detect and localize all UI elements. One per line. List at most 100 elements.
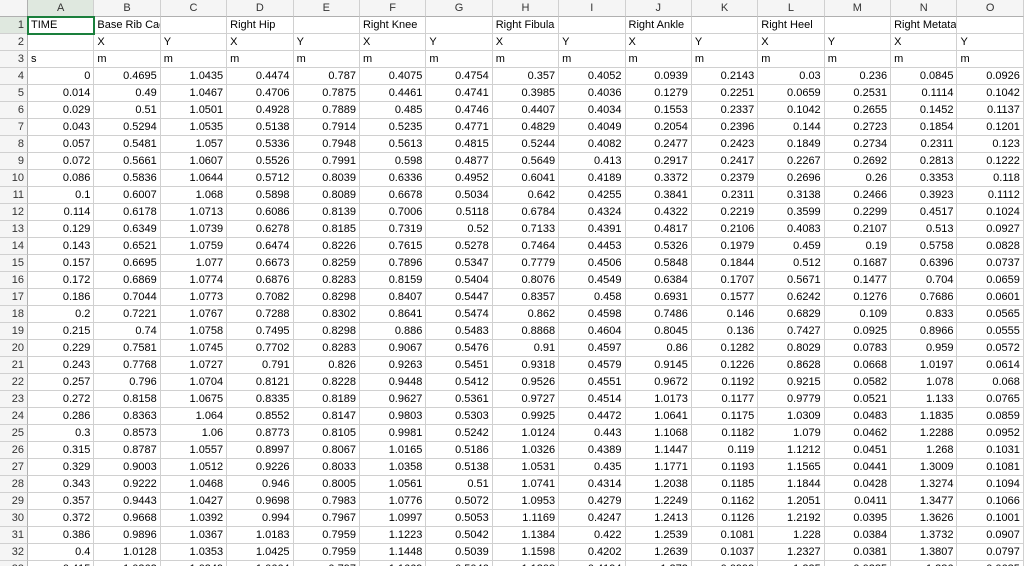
- row-header-6[interactable]: 6: [0, 102, 28, 119]
- cell-r24-cB[interactable]: 0.8363: [94, 408, 160, 425]
- cell-r5-cD[interactable]: 0.4706: [227, 85, 293, 102]
- cell-r21-cN[interactable]: 1.0197: [891, 357, 957, 374]
- cell-r4-cB[interactable]: 0.4695: [94, 68, 160, 85]
- column-header-G[interactable]: G: [426, 0, 492, 17]
- cell-r27-cF[interactable]: 1.0358: [360, 459, 426, 476]
- cell-r15-cH[interactable]: 0.7779: [493, 255, 559, 272]
- cell-r3-cK[interactable]: m: [692, 51, 758, 68]
- cell-r8-cM[interactable]: 0.2734: [825, 136, 891, 153]
- cell-r16-cJ[interactable]: 0.6384: [626, 272, 692, 289]
- cell-r22-cK[interactable]: 0.1192: [692, 374, 758, 391]
- row-header-32[interactable]: 32: [0, 544, 28, 561]
- cell-r33-cL[interactable]: 1.235: [758, 561, 824, 566]
- cell-r16-cN[interactable]: 0.704: [891, 272, 957, 289]
- cell-r33-cB[interactable]: 1.0362: [94, 561, 160, 566]
- row-header-3[interactable]: 3: [0, 51, 28, 68]
- cell-r22-cN[interactable]: 1.078: [891, 374, 957, 391]
- cell-r23-cC[interactable]: 1.0675: [161, 391, 227, 408]
- cell-r2-cE[interactable]: Y: [294, 34, 360, 51]
- cell-r15-cB[interactable]: 0.6695: [94, 255, 160, 272]
- cell-r20-cI[interactable]: 0.4597: [559, 340, 625, 357]
- cell-r6-cM[interactable]: 0.2655: [825, 102, 891, 119]
- cell-r10-cB[interactable]: 0.5836: [94, 170, 160, 187]
- cell-r6-cI[interactable]: 0.4034: [559, 102, 625, 119]
- cell-r26-cA[interactable]: 0.315: [28, 442, 94, 459]
- cell-r25-cJ[interactable]: 1.1068: [626, 425, 692, 442]
- cell-r19-cL[interactable]: 0.7427: [758, 323, 824, 340]
- cell-r4-cO[interactable]: 0.0926: [957, 68, 1023, 85]
- cell-r32-cM[interactable]: 0.0381: [825, 544, 891, 561]
- column-header-E[interactable]: E: [294, 0, 360, 17]
- cell-r21-cA[interactable]: 0.243: [28, 357, 94, 374]
- cell-r32-cN[interactable]: 1.3807: [891, 544, 957, 561]
- row-header-9[interactable]: 9: [0, 153, 28, 170]
- cell-r9-cH[interactable]: 0.5649: [493, 153, 559, 170]
- cell-r18-cE[interactable]: 0.8302: [294, 306, 360, 323]
- row-header-25[interactable]: 25: [0, 425, 28, 442]
- cell-r12-cD[interactable]: 0.6086: [227, 204, 293, 221]
- cell-r28-cA[interactable]: 0.343: [28, 476, 94, 493]
- column-header-K[interactable]: K: [692, 0, 758, 17]
- cell-r13-cD[interactable]: 0.6278: [227, 221, 293, 238]
- cell-r27-cL[interactable]: 1.1565: [758, 459, 824, 476]
- cell-r15-cG[interactable]: 0.5347: [426, 255, 492, 272]
- row-header-26[interactable]: 26: [0, 442, 28, 459]
- cell-r16-cK[interactable]: 0.1707: [692, 272, 758, 289]
- cell-r14-cN[interactable]: 0.5758: [891, 238, 957, 255]
- cell-r10-cN[interactable]: 0.3353: [891, 170, 957, 187]
- cell-r1-cB[interactable]: Base Rib Cage: [94, 17, 160, 34]
- cell-r1-cH[interactable]: Right Fibula: [493, 17, 559, 34]
- cell-r6-cN[interactable]: 0.1452: [891, 102, 957, 119]
- cell-r26-cO[interactable]: 0.1031: [957, 442, 1023, 459]
- cell-r15-cI[interactable]: 0.4506: [559, 255, 625, 272]
- cell-r28-cB[interactable]: 0.9222: [94, 476, 160, 493]
- cell-r13-cJ[interactable]: 0.4817: [626, 221, 692, 238]
- cell-r7-cD[interactable]: 0.5138: [227, 119, 293, 136]
- cell-r27-cK[interactable]: 0.1193: [692, 459, 758, 476]
- cell-r31-cE[interactable]: 0.7959: [294, 527, 360, 544]
- cell-r32-cD[interactable]: 1.0425: [227, 544, 293, 561]
- cell-r24-cA[interactable]: 0.286: [28, 408, 94, 425]
- cell-r29-cB[interactable]: 0.9443: [94, 493, 160, 510]
- cell-r10-cL[interactable]: 0.2696: [758, 170, 824, 187]
- cell-r6-cB[interactable]: 0.51: [94, 102, 160, 119]
- cell-r19-cA[interactable]: 0.215: [28, 323, 94, 340]
- cell-r17-cD[interactable]: 0.7082: [227, 289, 293, 306]
- cell-r7-cK[interactable]: 0.2396: [692, 119, 758, 136]
- cell-r5-cK[interactable]: 0.2251: [692, 85, 758, 102]
- cell-r8-cO[interactable]: 0.123: [957, 136, 1023, 153]
- cell-r18-cF[interactable]: 0.8641: [360, 306, 426, 323]
- cell-r19-cI[interactable]: 0.4604: [559, 323, 625, 340]
- cell-r10-cF[interactable]: 0.6336: [360, 170, 426, 187]
- cell-r29-cC[interactable]: 1.0427: [161, 493, 227, 510]
- cell-r17-cB[interactable]: 0.7044: [94, 289, 160, 306]
- cell-r27-cM[interactable]: 0.0441: [825, 459, 891, 476]
- cell-r7-cL[interactable]: 0.144: [758, 119, 824, 136]
- cell-r12-cC[interactable]: 1.0713: [161, 204, 227, 221]
- cell-r13-cF[interactable]: 0.7319: [360, 221, 426, 238]
- cell-r23-cE[interactable]: 0.8189: [294, 391, 360, 408]
- cell-r17-cO[interactable]: 0.0601: [957, 289, 1023, 306]
- cell-r20-cJ[interactable]: 0.86: [626, 340, 692, 357]
- cell-r23-cL[interactable]: 0.9779: [758, 391, 824, 408]
- cell-r5-cA[interactable]: 0.014: [28, 85, 94, 102]
- cell-r30-cI[interactable]: 0.4247: [559, 510, 625, 527]
- cell-r17-cI[interactable]: 0.458: [559, 289, 625, 306]
- cell-r33-cH[interactable]: 1.1808: [493, 561, 559, 566]
- cell-r11-cD[interactable]: 0.5898: [227, 187, 293, 204]
- cell-r27-cO[interactable]: 0.1081: [957, 459, 1023, 476]
- cell-r7-cM[interactable]: 0.2723: [825, 119, 891, 136]
- cell-r9-cB[interactable]: 0.5661: [94, 153, 160, 170]
- cell-r3-cJ[interactable]: m: [626, 51, 692, 68]
- cell-r20-cG[interactable]: 0.5476: [426, 340, 492, 357]
- cell-r16-cF[interactable]: 0.8159: [360, 272, 426, 289]
- cell-r30-cH[interactable]: 1.1169: [493, 510, 559, 527]
- cell-r9-cF[interactable]: 0.598: [360, 153, 426, 170]
- cell-r19-cN[interactable]: 0.8966: [891, 323, 957, 340]
- cell-r7-cI[interactable]: 0.4049: [559, 119, 625, 136]
- cell-r31-cA[interactable]: 0.386: [28, 527, 94, 544]
- cell-r2-cB[interactable]: X: [94, 34, 160, 51]
- cell-r14-cB[interactable]: 0.6521: [94, 238, 160, 255]
- cell-r26-cH[interactable]: 1.0326: [493, 442, 559, 459]
- cell-r22-cE[interactable]: 0.8228: [294, 374, 360, 391]
